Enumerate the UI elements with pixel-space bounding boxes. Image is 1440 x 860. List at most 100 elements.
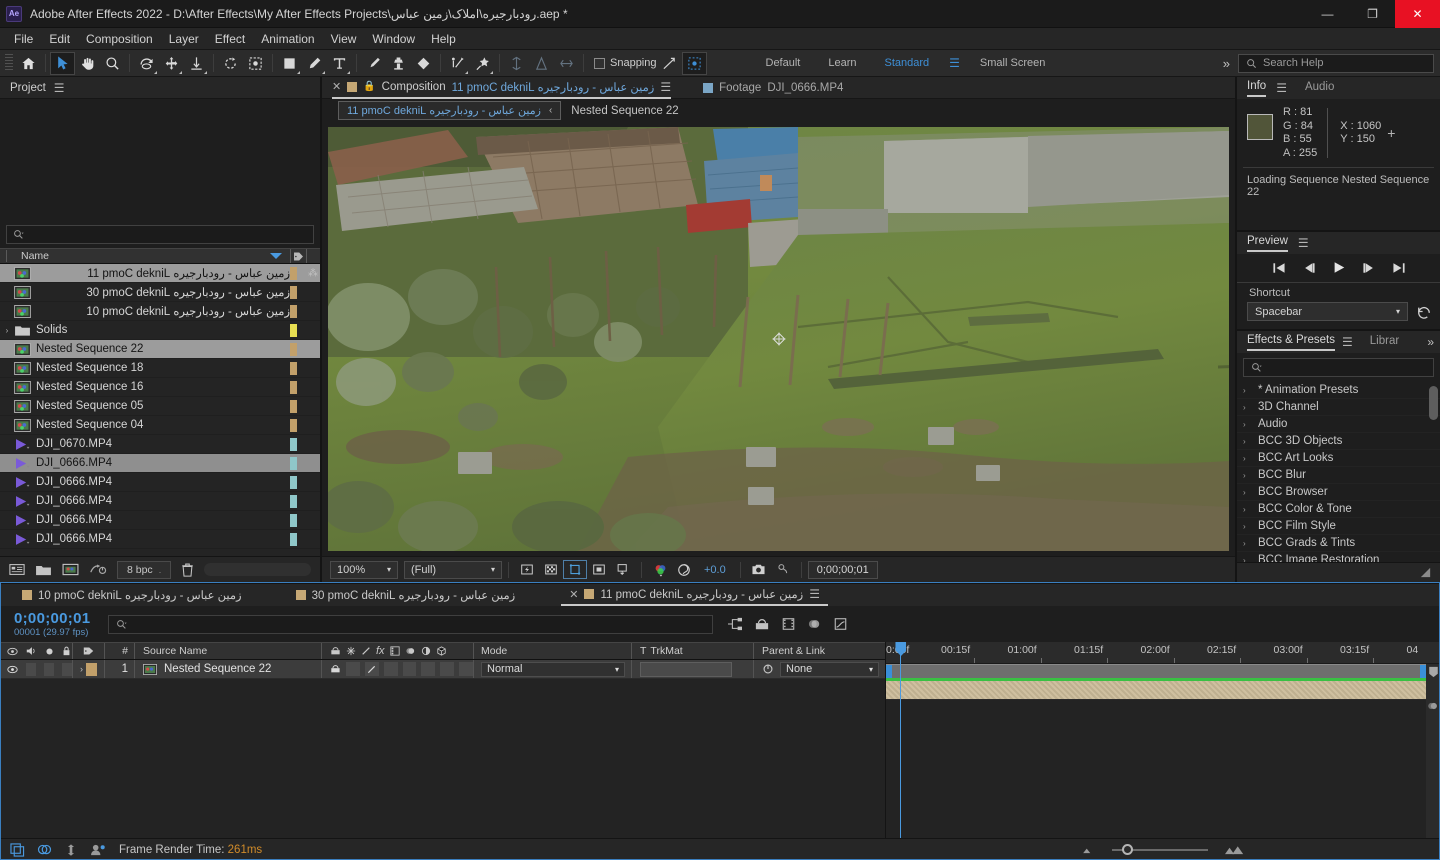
play-icon[interactable] — [1332, 261, 1346, 274]
delete-icon[interactable] — [181, 563, 194, 577]
shortcut-select[interactable]: Spacebar ▾ — [1247, 302, 1408, 322]
toggle-switches-modes-icon[interactable] — [10, 842, 25, 857]
effects-category-row[interactable]: › BCC 3D Objects — [1237, 433, 1440, 451]
menu-effect[interactable]: Effect — [207, 29, 253, 49]
project-item-label-color[interactable] — [290, 266, 297, 280]
timeline-layer-row[interactable]: › 1 Nested Sequence 22 Normal ▾ None ▾ — [0, 660, 885, 679]
disclosure-triangle-icon[interactable]: › — [1243, 505, 1251, 514]
exposure-value[interactable]: +0.0 — [696, 564, 734, 576]
breadcrumb-current[interactable]: زمین عباس - رودبارجیره Linked Comp 11 ‹ — [338, 101, 562, 120]
effects-category-row[interactable]: › BCC Grads & Tints — [1237, 535, 1440, 553]
project-item[interactable]: زمین عباس - رودبارجیره Linked Comp 11 ⁂ — [0, 264, 320, 283]
roto-brush-tool-icon[interactable] — [218, 52, 243, 75]
chevron-left-icon[interactable]: ‹ — [549, 105, 552, 116]
effects-category-row[interactable]: › * Animation Presets — [1237, 382, 1440, 400]
effects-category-row[interactable]: › BCC Film Style — [1237, 518, 1440, 536]
disclosure-triangle-icon[interactable]: › — [1243, 556, 1251, 562]
composition-preview[interactable] — [328, 127, 1229, 551]
timeline-tab-comp-01[interactable]: زمین عباس - رودبارجیره Linked Comp 01 — [14, 584, 250, 606]
layer-lock-toggle[interactable] — [62, 662, 72, 676]
fast-previews-icon[interactable] — [515, 560, 539, 579]
new-folder-icon[interactable] — [35, 563, 52, 576]
effects-category-row[interactable]: › BCC Image Restoration — [1237, 552, 1440, 562]
workspace-small-screen[interactable]: Small Screen — [966, 53, 1059, 73]
align-left-icon[interactable] — [504, 52, 529, 75]
parent-pickwhip-icon[interactable] — [762, 663, 774, 675]
composition-flowchart-icon[interactable] — [64, 843, 78, 857]
shape-tool-icon[interactable] — [277, 52, 302, 75]
refine-edge-tool-icon[interactable] — [243, 52, 268, 75]
next-frame-icon[interactable] — [1362, 262, 1376, 274]
project-item-label-color[interactable] — [290, 323, 297, 337]
type-tool-icon[interactable] — [327, 52, 352, 75]
timeline-tab-comp-03[interactable]: زمین عباس - رودبارجیره Linked Comp 03 — [288, 584, 524, 606]
selection-tool-icon[interactable] — [50, 51, 75, 75]
project-item-label-color[interactable] — [290, 494, 297, 508]
menu-animation[interactable]: Animation — [253, 29, 322, 49]
project-item-label-color[interactable] — [290, 304, 297, 318]
effects-category-row[interactable]: › Audio — [1237, 416, 1440, 434]
layer-quality-switch[interactable] — [364, 662, 379, 676]
timeline-tab-comp-11[interactable]: ✕ زمین عباس - رودبارجیره Linked Comp 11 … — [561, 584, 828, 606]
tab-composition[interactable]: ✕ 🔒 Composition زمین عباس - رودبارجیره L… — [332, 77, 672, 99]
disclosure-triangle-icon[interactable]: › — [1243, 539, 1251, 548]
workspace-standard[interactable]: Standard — [871, 53, 944, 73]
layer-mode-select[interactable]: Normal ▾ — [481, 661, 625, 677]
tab-info[interactable]: Info — [1247, 80, 1267, 97]
project-item[interactable]: Nested Sequence 22 — [0, 340, 320, 359]
zoom-tool-icon[interactable] — [100, 52, 125, 75]
project-color-depth-icon[interactable] — [89, 563, 107, 576]
multi-user-icon[interactable] — [90, 843, 107, 856]
project-item-label-color[interactable] — [290, 342, 297, 356]
motion-blur-icon[interactable] — [807, 617, 822, 631]
disclosure-triangle-icon[interactable]: › — [1243, 488, 1251, 497]
close-button[interactable]: ✕ — [1395, 0, 1440, 28]
show-snapshot-icon[interactable] — [771, 560, 795, 579]
workspace-learn[interactable]: Learn — [814, 53, 870, 73]
effects-overflow-icon[interactable]: » — [1419, 335, 1440, 349]
timeline-graph-area[interactable]: 0:00f00:15f01:00f01:15f02:00f02:15f03:00… — [886, 642, 1440, 838]
minimize-button[interactable]: — — [1305, 0, 1350, 28]
layer-adjustment-switch[interactable] — [440, 662, 455, 676]
effects-scrollbar[interactable] — [1429, 386, 1438, 421]
close-tab-icon[interactable]: ✕ — [569, 588, 578, 601]
project-item-label-color[interactable] — [290, 532, 297, 546]
project-item[interactable]: › Solids — [0, 321, 320, 340]
project-item[interactable]: زمین عباس - رودبارجیره Linked Comp 01 — [0, 302, 320, 321]
work-area-bar[interactable] — [886, 664, 1440, 678]
disclosure-triangle-icon[interactable]: › — [1243, 403, 1251, 412]
search-help-input[interactable]: Search Help — [1238, 53, 1434, 73]
project-item-label-color[interactable] — [290, 437, 297, 451]
effects-category-row[interactable]: › 3D Channel — [1237, 399, 1440, 417]
lock-icon[interactable]: 🔒 — [363, 81, 375, 92]
composition-mini-flowchart-icon[interactable] — [727, 617, 743, 631]
unified-camera-tool-icon[interactable] — [159, 52, 184, 75]
project-item-label-color[interactable] — [290, 475, 297, 489]
project-item[interactable]: Nested Sequence 04 — [0, 416, 320, 435]
menu-file[interactable]: File — [6, 29, 41, 49]
transform-box-icon[interactable] — [681, 51, 707, 75]
snap-options-icon[interactable] — [657, 52, 682, 75]
snapping-toggle[interactable]: Snapping — [594, 57, 657, 69]
project-item-label-color[interactable] — [290, 399, 297, 413]
layer-rows-container[interactable]: › 1 Nested Sequence 22 Normal ▾ None ▾ — [0, 660, 885, 679]
layer-motionblur-switch[interactable] — [421, 662, 436, 676]
viewer-menu-icon[interactable]: ☰ — [660, 80, 671, 94]
disclosure-triangle-icon[interactable]: › — [1243, 420, 1251, 429]
project-item[interactable]: DJI_0666.MP4 — [0, 492, 320, 511]
menu-window[interactable]: Window — [364, 29, 423, 49]
layer-effects-switch[interactable] — [383, 662, 398, 676]
tab-footage[interactable]: Footage DJI_0666.MP4 — [703, 77, 843, 99]
disclosure-triangle-icon[interactable]: › — [1243, 437, 1251, 446]
effects-category-row[interactable]: › BCC Browser — [1237, 484, 1440, 502]
project-item-label-color[interactable] — [290, 513, 297, 527]
hierarchy-icon[interactable]: ⁂ — [306, 268, 320, 279]
project-item[interactable]: DJI_0670.MP4 — [0, 435, 320, 454]
last-frame-icon[interactable] — [1392, 262, 1406, 274]
zoom-level-select[interactable]: 100% ▾ — [330, 560, 398, 579]
hide-shy-layers-icon[interactable] — [754, 617, 770, 631]
layer-shy-switch[interactable] — [330, 664, 341, 674]
layer-video-toggle[interactable] — [7, 665, 18, 674]
layer-parent-select[interactable]: None ▾ — [780, 661, 879, 677]
pen-tool-icon[interactable] — [302, 52, 327, 75]
